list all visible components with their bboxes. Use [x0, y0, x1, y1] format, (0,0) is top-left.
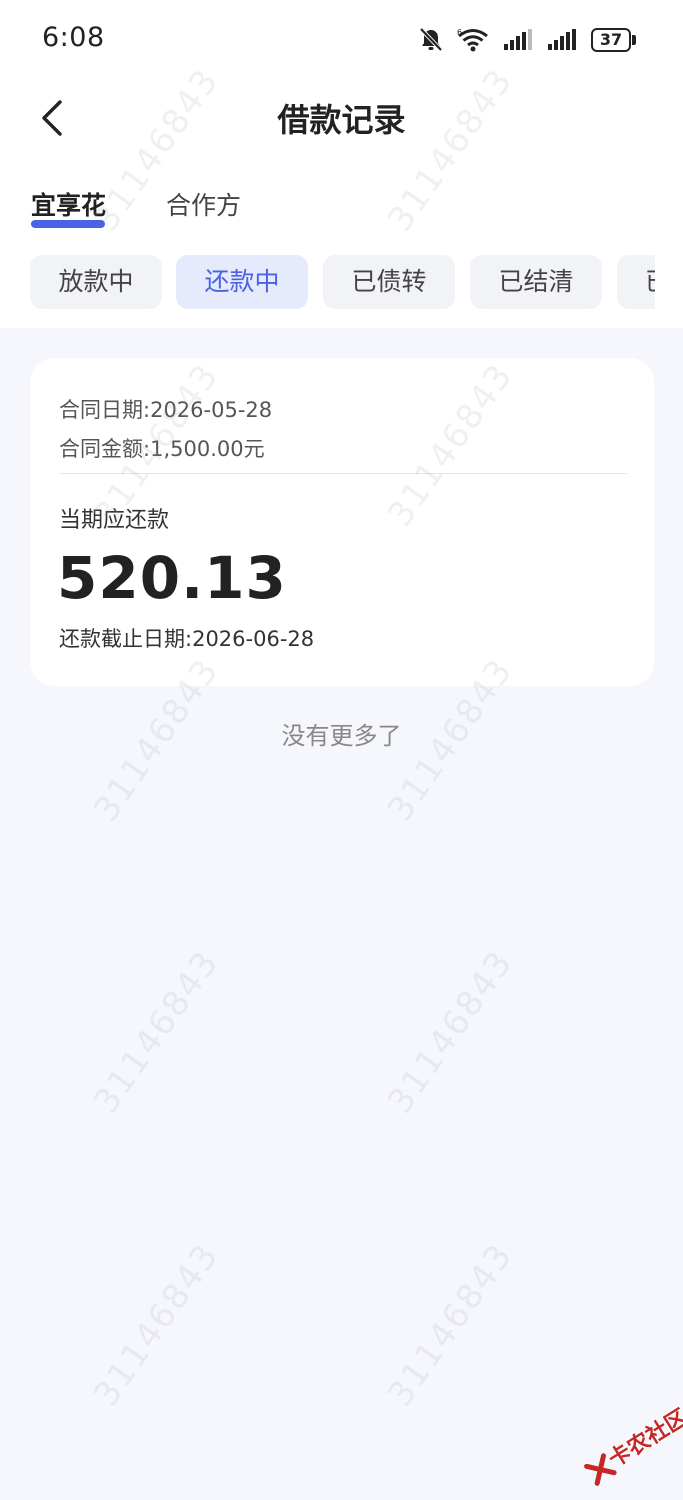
page-title: 借款记录 [277, 101, 406, 139]
battery-icon: 37 [591, 28, 637, 52]
contract-date-label: 合同日期: [59, 398, 151, 422]
logo-text: 卡农社区 [604, 1404, 683, 1473]
contract-date-row: 合同日期:2026-05-28 [59, 394, 272, 424]
due-label: 当期应还款 [59, 508, 170, 533]
due-date-row: 还款截止日期:2026-06-28 [59, 623, 314, 653]
list-end-text: 没有更多了 [281, 722, 402, 750]
tab-partner[interactable]: 合作方 [166, 186, 241, 222]
watermark: 31146843 [85, 1236, 228, 1414]
bell-off-icon [419, 27, 443, 53]
wifi-icon: 6 [457, 28, 489, 52]
battery-level: 37 [591, 28, 631, 52]
page: 6:08 6 37 借款记录 宜享花 合作方 放款中 还款中 已债转 已结清 合… [0, 0, 683, 1500]
loan-record-card[interactable]: 合同日期:2026-05-28 合同金额:1,500.00元 当期应还款 520… [30, 358, 654, 686]
card-divider [59, 473, 627, 474]
status-time: 6:08 [42, 22, 105, 53]
watermark: 31146843 [85, 943, 228, 1121]
tab-yixianghua[interactable]: 宜享花 [31, 186, 106, 222]
status-icons: 6 37 [419, 26, 637, 54]
due-date-value: 2026-06-28 [192, 627, 315, 651]
due-amount: 520.13 [57, 544, 287, 612]
signal-icon [547, 29, 577, 51]
filter-chip-transferred[interactable]: 已债转 [323, 255, 455, 309]
svg-text:6: 6 [457, 28, 462, 37]
signal-icon [503, 29, 533, 51]
provider-tabs: 宜享花 合作方 [0, 180, 683, 232]
status-bar: 6:08 6 37 [0, 0, 683, 80]
filter-chip-settled[interactable]: 已结清 [470, 255, 602, 309]
battery-tip [632, 35, 636, 45]
watermark: 31146843 [379, 943, 522, 1121]
contract-amount-value: 1,500.00元 [150, 437, 265, 461]
due-date-label: 还款截止日期: [59, 627, 193, 651]
contract-amount-label: 合同金额: [59, 437, 151, 461]
watermark: 31146843 [379, 1236, 522, 1414]
filter-chip-disbursing[interactable]: 放款中 [30, 255, 162, 309]
contract-amount-row: 合同金额:1,500.00元 [59, 433, 265, 463]
status-filter-bar[interactable]: 放款中 还款中 已债转 已结清 已 [30, 255, 655, 311]
contract-date-value: 2026-05-28 [150, 398, 273, 422]
header: 借款记录 [0, 80, 683, 156]
filter-chip-more[interactable]: 已 [617, 255, 655, 309]
corner-logo: 卡农社区 [567, 1387, 683, 1500]
active-tab-indicator [31, 220, 105, 228]
filter-chip-repaying[interactable]: 还款中 [176, 255, 308, 309]
